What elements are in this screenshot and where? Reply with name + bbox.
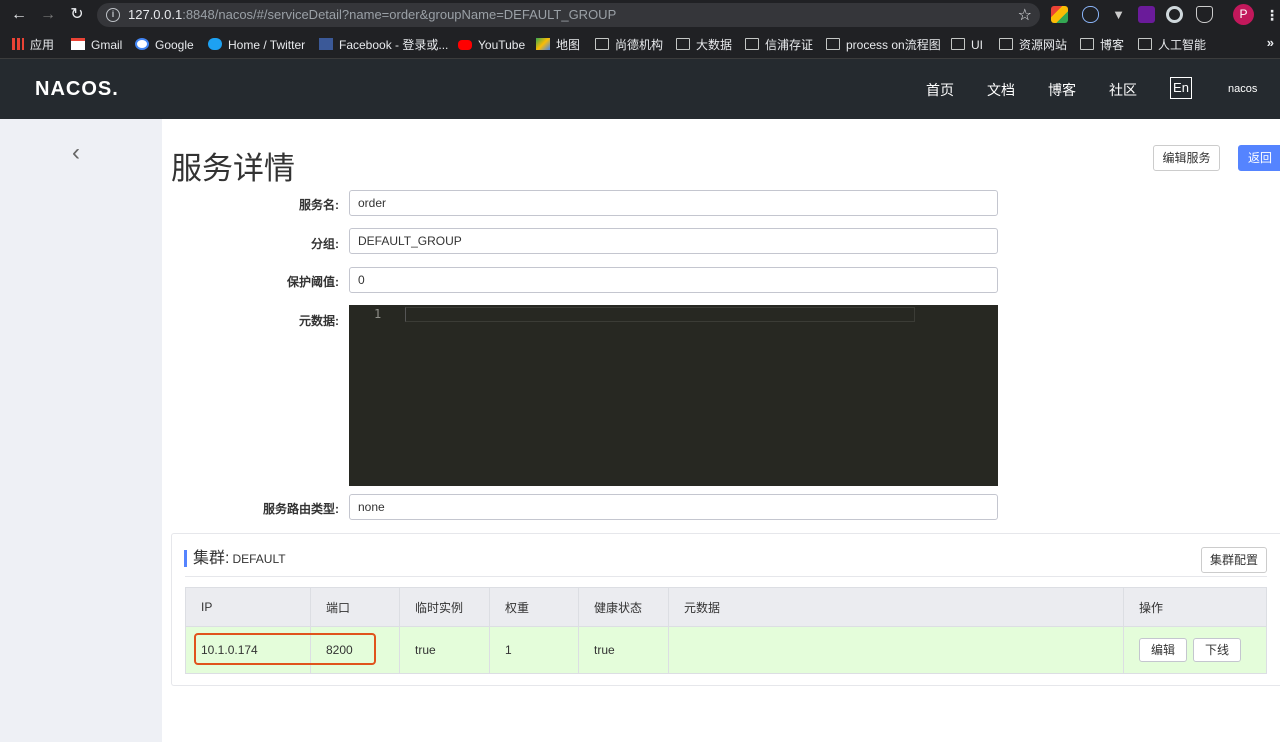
bookmark-folder[interactable]: process on流程图 <box>826 37 941 53</box>
bookmarks-overflow[interactable]: » <box>1267 35 1274 50</box>
bookmark-twitter[interactable]: Home / Twitter <box>208 37 305 53</box>
app-header: NACOS. 首页 文档 博客 社区 En nacos <box>0 59 1280 119</box>
folder-icon <box>1138 38 1152 50</box>
sidebar: ‹ <box>0 119 162 742</box>
cluster-title-label: 集群: <box>193 550 230 567</box>
extension-icon[interactable] <box>1051 6 1068 23</box>
metadata-editor[interactable]: 1 <box>349 305 998 486</box>
address-bar[interactable]: i 127.0.0.1:8848/nacos/#/serviceDetail?n… <box>97 3 1040 27</box>
extension-icon[interactable]: ▼ <box>1110 6 1127 23</box>
reload-icon[interactable]: ↻ <box>68 6 86 24</box>
bookmark-youtube[interactable]: YouTube <box>458 37 525 53</box>
bookmark-star-icon[interactable]: ☆ <box>1018 5 1032 25</box>
folder-icon <box>951 38 965 50</box>
google-icon <box>135 38 149 50</box>
bookmark-folder[interactable]: 博客 <box>1080 37 1124 53</box>
threshold-label: 保护阈值: <box>287 275 339 289</box>
bookmark-folder[interactable]: UI <box>951 37 983 53</box>
user-name[interactable]: nacos <box>1228 83 1257 95</box>
cluster-title: 集群: DEFAULT <box>184 550 286 567</box>
cluster-config-button[interactable]: 集群配置 <box>1201 547 1267 573</box>
metadata-label: 元数据: <box>299 314 339 328</box>
col-actions: 操作 <box>1123 587 1267 627</box>
nav-docs[interactable]: 文档 <box>987 80 1015 100</box>
maps-icon <box>536 38 550 50</box>
route-type-field[interactable]: none <box>349 494 998 520</box>
extension-icon[interactable] <box>1196 6 1213 23</box>
col-metadata: 元数据 <box>668 587 1124 627</box>
bookmark-folder[interactable]: 人工智能 <box>1138 37 1206 53</box>
col-ip: IP <box>185 587 311 627</box>
bookmark-folder[interactable]: 大数据 <box>676 37 732 53</box>
threshold-field[interactable]: 0 <box>349 267 998 293</box>
group-label: 分组: <box>311 237 339 251</box>
bookmark-folder[interactable]: 信浦存证 <box>745 37 813 53</box>
cell-metadata <box>668 626 1124 674</box>
cluster-name: DEFAULT <box>232 552 286 566</box>
nav-home[interactable]: 首页 <box>926 80 954 100</box>
bookmark-maps[interactable]: 地图 <box>536 37 580 53</box>
extension-icon[interactable] <box>1082 6 1099 23</box>
service-name-label: 服务名: <box>299 198 339 212</box>
back-icon[interactable]: ← <box>10 6 28 24</box>
chevron-left-icon[interactable]: ‹ <box>72 141 90 165</box>
bookmark-apps[interactable]: 应用 <box>12 37 54 53</box>
youtube-icon <box>458 40 472 50</box>
cell-health: true <box>578 626 669 674</box>
language-toggle[interactable]: En <box>1170 77 1192 99</box>
bookmark-folder[interactable]: 资源网站 <box>999 37 1067 53</box>
facebook-icon <box>319 38 333 50</box>
page-title: 服务详情 <box>171 151 295 186</box>
folder-icon <box>745 38 759 50</box>
nav-blog[interactable]: 博客 <box>1048 80 1076 100</box>
cell-weight: 1 <box>489 626 579 674</box>
folder-icon <box>676 38 690 50</box>
service-name-field[interactable]: order <box>349 190 998 216</box>
folder-icon <box>999 38 1013 50</box>
nav-community[interactable]: 社区 <box>1109 80 1137 100</box>
nacos-logo[interactable]: NACOS. <box>35 78 119 101</box>
extension-icon[interactable] <box>1166 6 1183 23</box>
folder-icon <box>595 38 609 50</box>
cell-actions: 编辑 下线 <box>1123 626 1267 674</box>
twitter-icon <box>208 38 222 50</box>
bookmarks-bar: 应用 Gmail Google Home / Twitter Facebook … <box>0 30 1280 59</box>
edit-instance-button[interactable]: 编辑 <box>1139 638 1188 662</box>
col-health: 健康状态 <box>578 587 669 627</box>
back-button[interactable]: 返回 <box>1238 145 1280 171</box>
browser-toolbar: ← → ↻ i 127.0.0.1:8848/nacos/#/serviceDe… <box>0 0 1280 30</box>
profile-avatar[interactable]: P <box>1233 4 1254 25</box>
bookmark-google[interactable]: Google <box>135 37 194 53</box>
bookmark-facebook[interactable]: Facebook - 登录或... <box>319 37 448 53</box>
route-type-label: 服务路由类型: <box>263 502 339 516</box>
gmail-icon <box>71 38 85 50</box>
table-header-row: IP 端口 临时实例 权重 健康状态 元数据 操作 <box>185 587 1267 627</box>
divider <box>185 576 1267 577</box>
col-weight: 权重 <box>489 587 579 627</box>
offline-instance-button[interactable]: 下线 <box>1193 638 1242 662</box>
col-port: 端口 <box>310 587 400 627</box>
col-ephemeral: 临时实例 <box>399 587 490 627</box>
folder-icon <box>826 38 840 50</box>
cell-ephemeral: true <box>399 626 490 674</box>
bookmark-gmail[interactable]: Gmail <box>71 37 122 53</box>
site-info-icon[interactable]: i <box>106 8 120 22</box>
menu-icon[interactable]: ⋮ <box>1265 5 1279 25</box>
group-field[interactable]: DEFAULT_GROUP <box>349 228 998 254</box>
url-text: 127.0.0.1:8848/nacos/#/serviceDetail?nam… <box>128 7 617 22</box>
folder-icon <box>1080 38 1094 50</box>
forward-icon[interactable]: → <box>39 6 57 24</box>
apps-grid-icon <box>12 38 24 50</box>
line-number: 1 <box>374 307 382 321</box>
bookmark-folder[interactable]: 尚德机构 <box>595 37 663 53</box>
active-line <box>405 307 915 322</box>
extension-icon[interactable] <box>1138 6 1155 23</box>
annotation-highlight-box <box>194 633 376 665</box>
edit-service-button[interactable]: 编辑服务 <box>1153 145 1220 171</box>
